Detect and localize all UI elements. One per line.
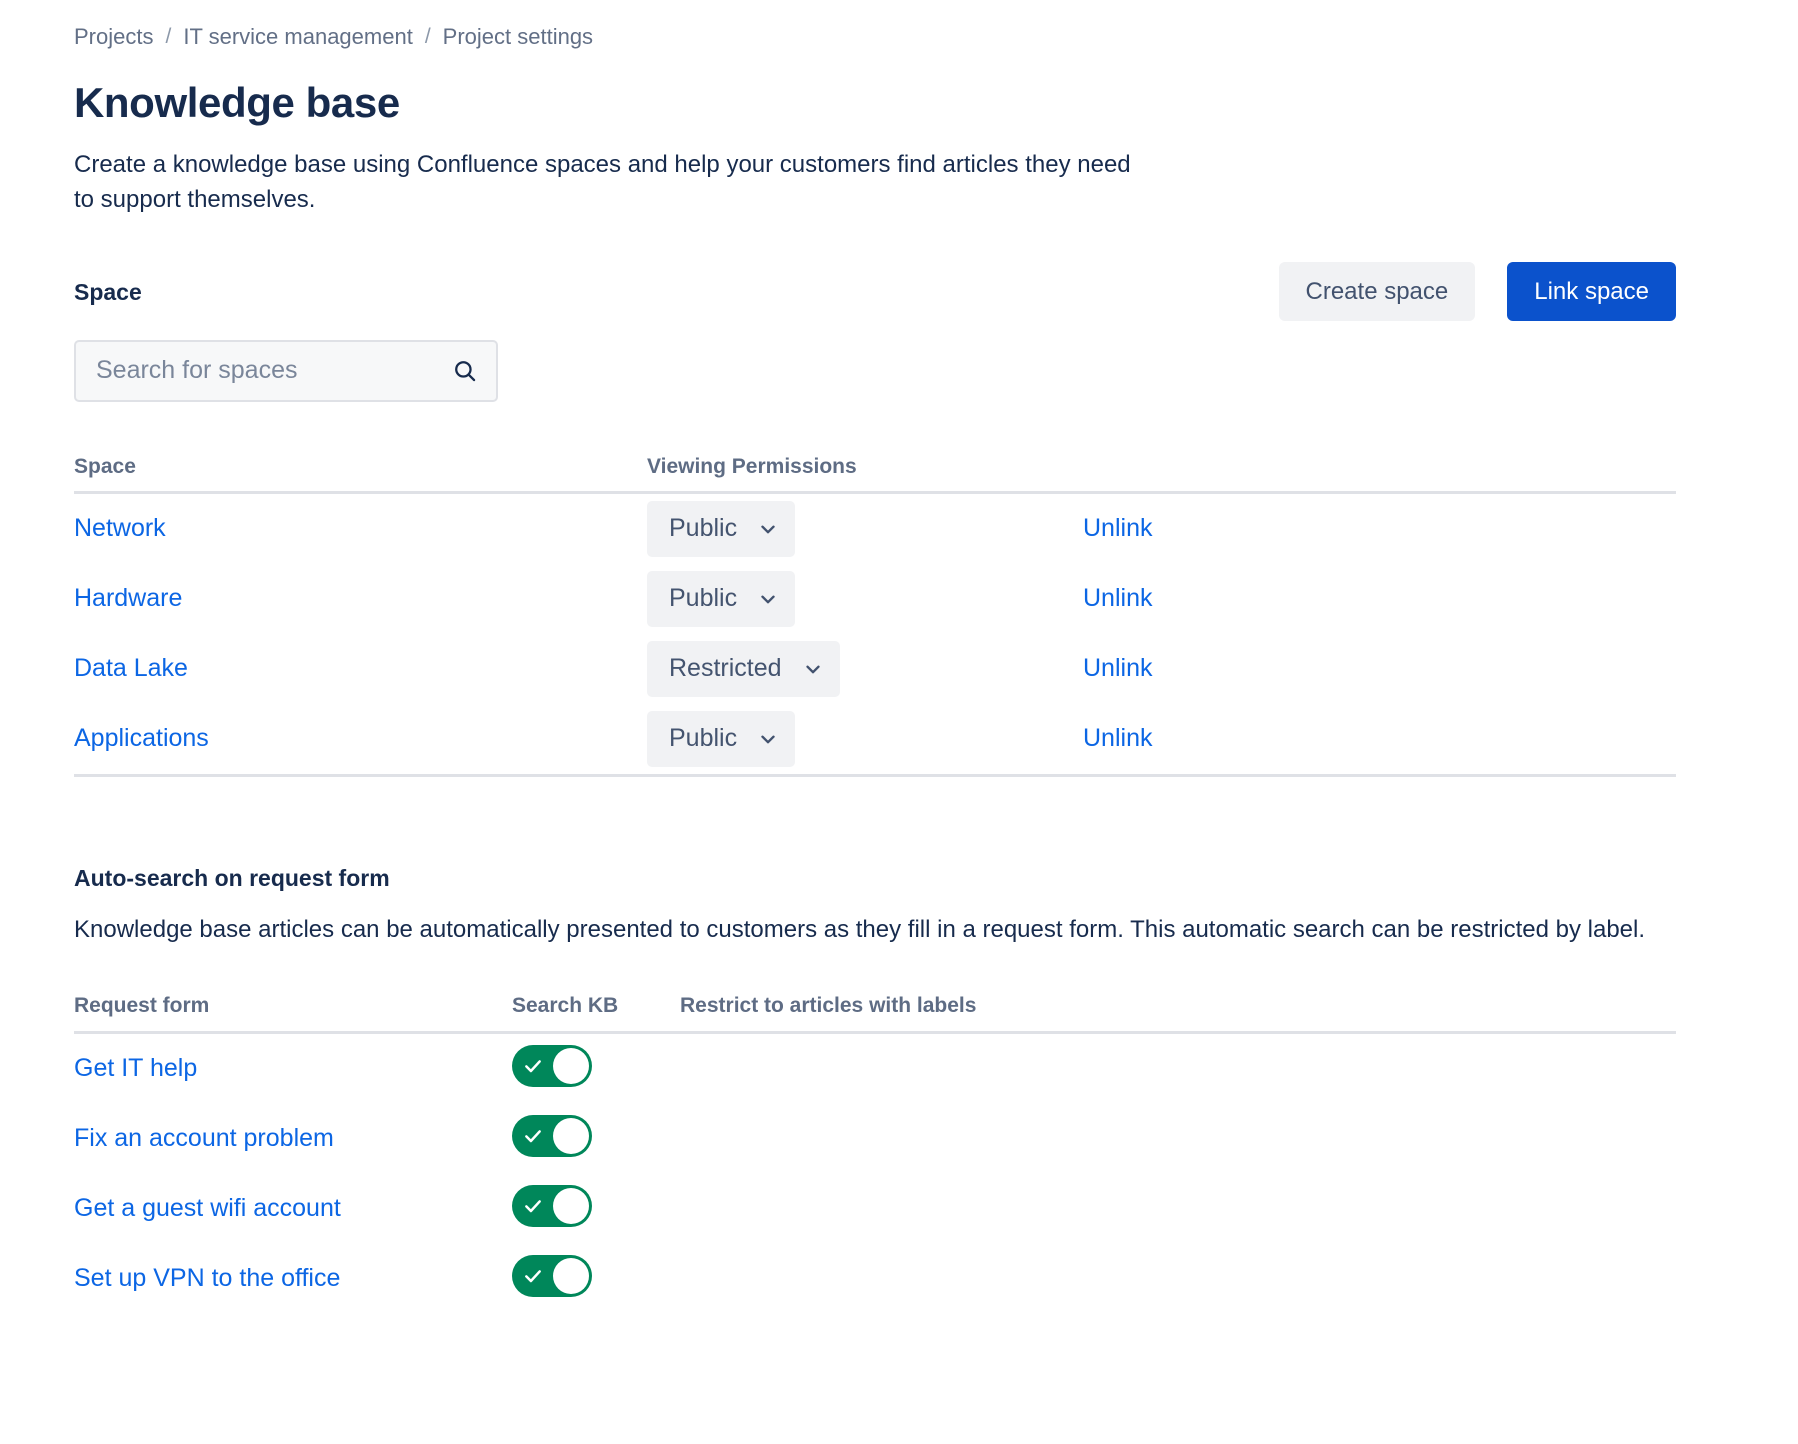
spaces-table-header: Space Viewing Permissions <box>74 454 1676 494</box>
request-form-link[interactable]: Get IT help <box>74 1054 197 1082</box>
column-header-restrict-labels: Restrict to articles with labels <box>680 993 1676 1018</box>
toggle-knob <box>553 1048 589 1084</box>
link-space-button[interactable]: Link space <box>1507 262 1676 321</box>
chevron-down-icon <box>757 518 779 540</box>
table-row: Hardware Public Unlink <box>74 564 1676 634</box>
permission-cell: Public <box>647 501 1083 557</box>
auto-search-section: Auto-search on request form Knowledge ba… <box>74 865 1798 1314</box>
toggle-knob <box>553 1188 589 1224</box>
request-form-cell: Fix an account problem <box>74 1124 512 1153</box>
space-link[interactable]: Hardware <box>74 584 182 612</box>
space-link[interactable]: Data Lake <box>74 654 188 682</box>
create-space-button[interactable]: Create space <box>1279 262 1476 321</box>
request-form-link[interactable]: Get a guest wifi account <box>74 1194 341 1222</box>
table-row: Get a guest wifi account <box>74 1174 1676 1244</box>
space-cell: Applications <box>74 724 647 753</box>
viewing-permission-value: Public <box>669 514 737 543</box>
permission-cell: Public <box>647 571 1083 627</box>
request-forms-table-header: Request form Search KB Restrict to artic… <box>74 993 1676 1033</box>
search-kb-toggle[interactable] <box>512 1115 592 1157</box>
request-forms-table: Request form Search KB Restrict to artic… <box>74 993 1676 1313</box>
request-form-cell: Set up VPN to the office <box>74 1264 512 1293</box>
search-kb-cell <box>512 1255 680 1302</box>
search-kb-toggle[interactable] <box>512 1255 592 1297</box>
table-row: Fix an account problem <box>74 1104 1676 1174</box>
permission-cell: Public <box>647 711 1083 767</box>
table-row: Network Public Unlink <box>74 494 1676 564</box>
spaces-table: Space Viewing Permissions Network Public… <box>74 454 1676 777</box>
breadcrumb-separator: / <box>425 23 431 50</box>
action-cell: Unlink <box>1083 514 1676 543</box>
check-icon <box>523 1126 543 1146</box>
permission-cell: Restricted <box>647 641 1083 697</box>
viewing-permission-value: Public <box>669 584 737 613</box>
space-link[interactable]: Network <box>74 514 166 542</box>
breadcrumb-item-projects[interactable]: Projects <box>74 23 153 52</box>
space-cell: Hardware <box>74 584 647 613</box>
page-description: Create a knowledge base using Confluence… <box>74 148 1134 218</box>
search-kb-toggle[interactable] <box>512 1045 592 1087</box>
toggle-knob <box>553 1118 589 1154</box>
breadcrumb-separator: / <box>165 23 171 50</box>
column-header-space: Space <box>74 454 647 479</box>
chevron-down-icon <box>802 658 824 680</box>
table-row: Data Lake Restricted Unlink <box>74 634 1676 704</box>
check-icon <box>523 1196 543 1216</box>
knowledge-base-settings-page: Projects / IT service management / Proje… <box>0 0 1798 1314</box>
viewing-permission-select[interactable]: Public <box>647 711 795 767</box>
column-header-search-kb: Search KB <box>512 993 680 1018</box>
auto-search-title: Auto-search on request form <box>74 865 1798 893</box>
viewing-permission-select[interactable]: Public <box>647 571 795 627</box>
space-link[interactable]: Applications <box>74 724 209 752</box>
unlink-link[interactable]: Unlink <box>1083 654 1152 682</box>
search-kb-cell <box>512 1115 680 1162</box>
viewing-permission-select[interactable]: Restricted <box>647 641 840 697</box>
table-row: Applications Public Unlink <box>74 704 1676 774</box>
unlink-link[interactable]: Unlink <box>1083 514 1152 542</box>
spaces-table-footer-divider <box>74 774 1676 777</box>
viewing-permission-value: Public <box>669 724 737 753</box>
action-cell: Unlink <box>1083 654 1676 683</box>
space-section-actions: Create space Link space <box>1279 262 1677 321</box>
chevron-down-icon <box>757 588 779 610</box>
search-kb-toggle[interactable] <box>512 1185 592 1227</box>
breadcrumb-item-it-service-management[interactable]: IT service management <box>183 23 412 52</box>
action-cell: Unlink <box>1083 584 1676 613</box>
breadcrumb: Projects / IT service management / Proje… <box>74 22 1798 52</box>
search-kb-cell <box>512 1045 680 1092</box>
viewing-permission-value: Restricted <box>669 654 782 683</box>
request-form-cell: Get a guest wifi account <box>74 1194 512 1223</box>
viewing-permission-select[interactable]: Public <box>647 501 795 557</box>
space-search <box>74 340 498 402</box>
space-cell: Data Lake <box>74 654 647 683</box>
action-cell: Unlink <box>1083 724 1676 753</box>
search-kb-cell <box>512 1185 680 1232</box>
page-title: Knowledge base <box>74 80 1798 126</box>
toggle-knob <box>553 1258 589 1294</box>
chevron-down-icon <box>757 728 779 750</box>
space-section-header: Space Create space Link space <box>74 262 1798 322</box>
unlink-link[interactable]: Unlink <box>1083 584 1152 612</box>
column-header-request-form: Request form <box>74 993 512 1018</box>
unlink-link[interactable]: Unlink <box>1083 724 1152 752</box>
request-form-link[interactable]: Fix an account problem <box>74 1124 334 1152</box>
breadcrumb-item-project-settings[interactable]: Project settings <box>443 23 593 52</box>
table-row: Get IT help <box>74 1034 1676 1104</box>
check-icon <box>523 1056 543 1076</box>
table-row: Set up VPN to the office <box>74 1244 1676 1314</box>
request-form-cell: Get IT help <box>74 1054 512 1083</box>
column-header-viewing-permissions: Viewing Permissions <box>647 454 1083 479</box>
search-input[interactable] <box>74 340 498 402</box>
check-icon <box>523 1266 543 1286</box>
space-cell: Network <box>74 514 647 543</box>
search-icon[interactable] <box>446 340 484 402</box>
auto-search-description: Knowledge base articles can be automatic… <box>74 913 1674 948</box>
request-form-link[interactable]: Set up VPN to the office <box>74 1264 340 1292</box>
